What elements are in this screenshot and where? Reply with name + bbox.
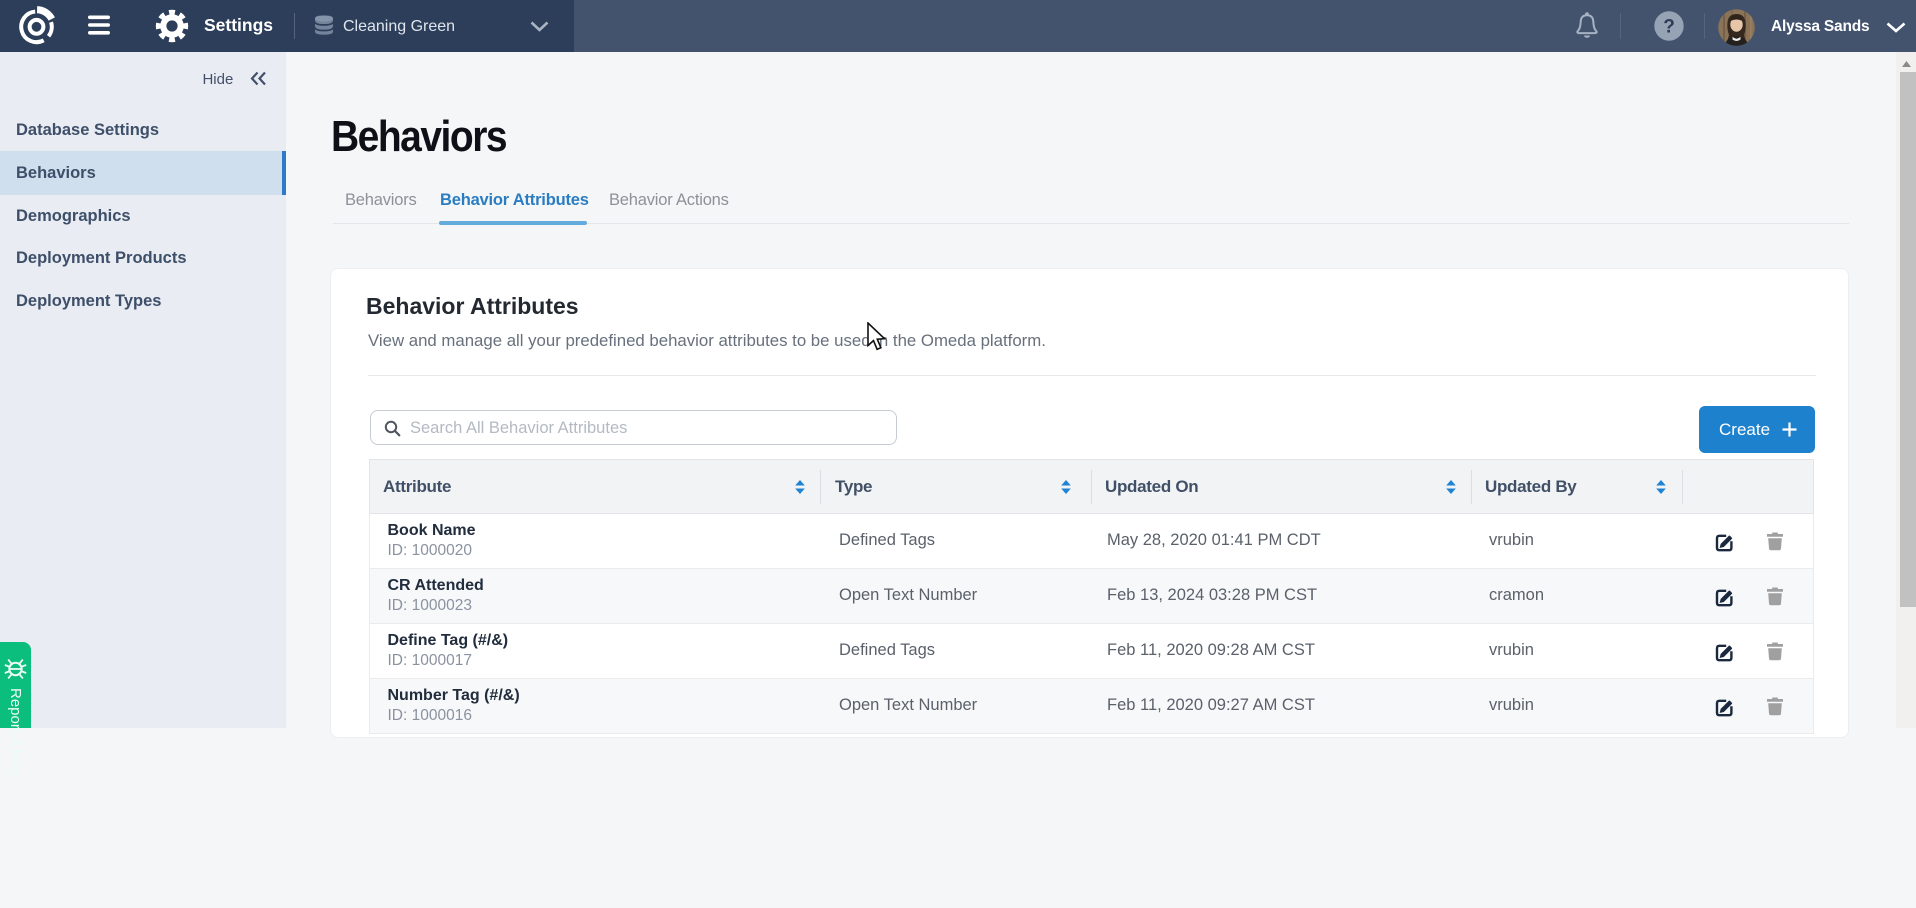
svg-text:?: ? [1663,17,1675,38]
